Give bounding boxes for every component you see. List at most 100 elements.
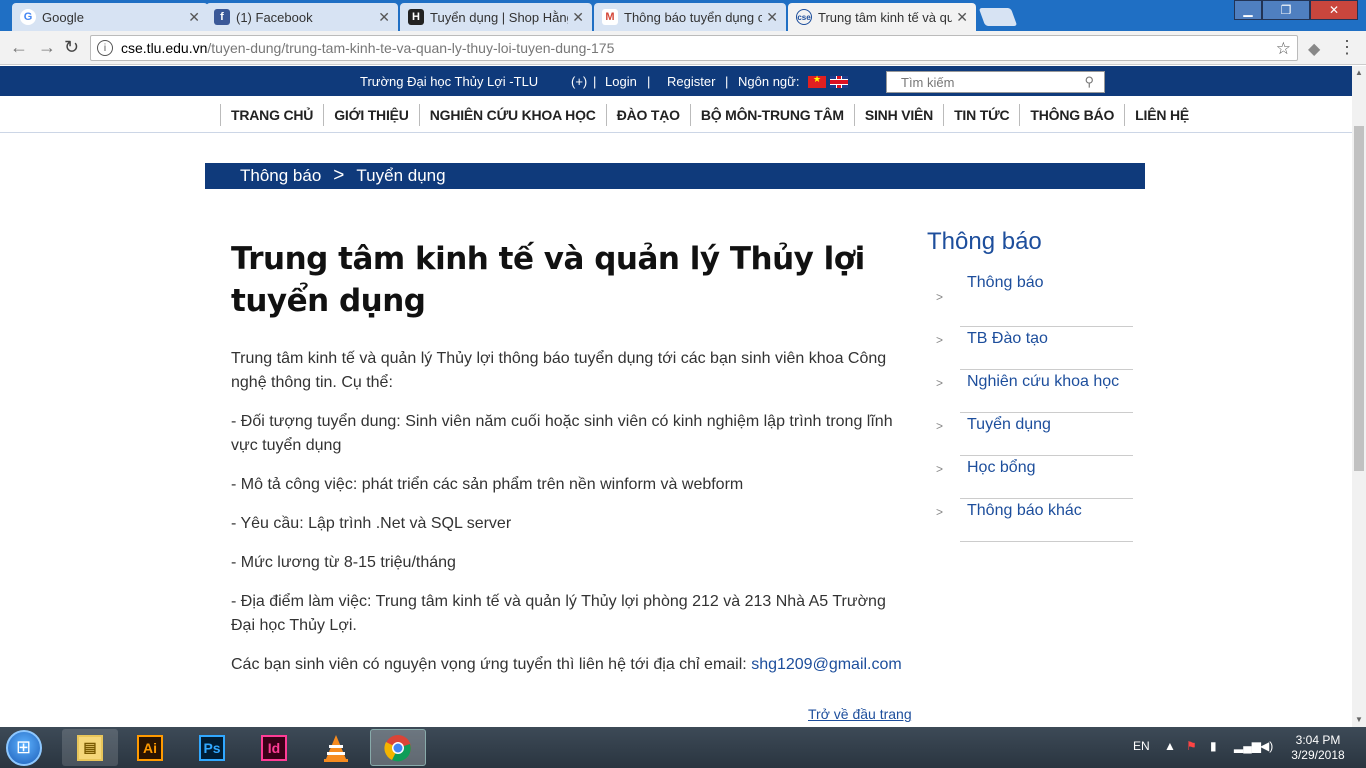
divider: | — [725, 74, 729, 89]
nav-contact[interactable]: LIÊN HỆ — [1124, 104, 1199, 126]
menu-icon[interactable]: ⋮ — [1338, 37, 1356, 58]
plus-link[interactable]: (+) — [571, 74, 587, 89]
close-icon[interactable]: ✕ — [188, 9, 200, 26]
photoshop-icon[interactable]: Ps — [184, 729, 240, 766]
close-icon[interactable]: ✕ — [572, 9, 584, 26]
register-link[interactable]: Register — [667, 74, 715, 89]
close-window-button[interactable]: ✕ — [1310, 0, 1358, 20]
tab-title: (1) Facebook — [236, 9, 313, 25]
system-clock[interactable]: 3:04 PM 3/29/2018 — [1285, 733, 1351, 763]
tab-active-cse[interactable]: cse Trung tâm kinh tế và quả ✕ — [788, 3, 976, 31]
chevron-right-icon: > — [936, 376, 944, 390]
scroll-down-icon[interactable]: ▼ — [1352, 713, 1366, 727]
tab-gmail[interactable]: M Thông báo tuyển dụng c ✕ — [594, 3, 786, 31]
new-tab-button[interactable] — [978, 8, 1018, 26]
article-paragraph: - Địa điểm làm việc: Trung tâm kinh tế v… — [231, 593, 886, 634]
scroll-up-icon[interactable]: ▲ — [1352, 66, 1366, 80]
sidebar-item-other[interactable]: > Thông báo khác — [936, 499, 1133, 542]
login-link[interactable]: Login — [605, 74, 637, 89]
chevron-right-icon: > — [936, 419, 944, 433]
uk-flag-icon[interactable] — [830, 76, 848, 88]
close-icon[interactable]: ✕ — [766, 9, 778, 26]
email-link[interactable]: shg1209@gmail.com — [751, 656, 902, 673]
chevron-right-icon: > — [936, 290, 944, 304]
sidebar-item-announcements[interactable]: > Thông báo — [936, 274, 1133, 327]
back-to-top-link[interactable]: Trở về đầu trang — [808, 706, 912, 722]
tab-title: Trung tâm kinh tế và quả — [818, 9, 953, 25]
nav-training[interactable]: ĐÀO TẠO — [605, 104, 690, 126]
article-paragraph: - Đối tượng tuyển dung: Sinh viên năm cu… — [231, 413, 893, 454]
address-bar[interactable]: i cse.tlu.edu.vn/tuyen-dung/trung-tam-ki… — [90, 35, 1298, 61]
sidebar-title: Thông báo — [927, 228, 1042, 255]
device-icon[interactable]: ▮ — [1210, 739, 1217, 753]
url-path: /tuyen-dung/trung-tam-kinh-te-va-quan-ly… — [207, 40, 615, 56]
nav-research[interactable]: NGHIÊN CỨU KHOA HỌC — [418, 104, 606, 126]
nav-about[interactable]: GIỚI THIỆU — [323, 104, 419, 126]
network-icon[interactable]: ▂▄▆ — [1234, 739, 1261, 753]
sidebar-item-label: Học bổng — [967, 459, 1036, 476]
vlc-cone-icon — [324, 734, 348, 762]
reload-icon[interactable]: ↻ — [64, 37, 79, 58]
indesign-logo: Id — [261, 734, 287, 761]
illustrator-icon[interactable]: Ai — [122, 729, 178, 766]
language-label: Ngôn ngữ: — [738, 74, 800, 89]
breadcrumb-parent[interactable]: Thông báo — [240, 166, 321, 186]
nav-announcements[interactable]: THÔNG BÁO — [1019, 104, 1124, 126]
article-paragraph: - Yêu cầu: Lập trình .Net và SQL server — [231, 515, 512, 532]
indesign-icon[interactable]: Id — [246, 729, 302, 766]
back-arrow-icon[interactable]: ← — [10, 37, 28, 58]
nav-home[interactable]: TRANG CHỦ — [220, 104, 323, 126]
explorer-icon[interactable]: ▤ — [62, 729, 118, 766]
sidebar-item-label: Thông báo — [967, 274, 1044, 291]
facebook-icon: f — [214, 9, 230, 25]
maximize-button[interactable]: ❐ — [1262, 0, 1310, 20]
divider: | — [647, 74, 651, 89]
tab-google[interactable]: G Google ✕ — [12, 3, 208, 31]
google-icon: G — [20, 9, 36, 25]
nav-students[interactable]: SINH VIÊN — [853, 104, 943, 126]
tab-shop[interactable]: H Tuyển dụng | Shop Hằng ✕ — [400, 3, 592, 31]
start-button[interactable] — [6, 730, 42, 766]
nav-departments[interactable]: BỘ MÔN-TRUNG TÂM — [689, 104, 854, 126]
tab-title: Thông báo tuyển dụng c — [624, 9, 763, 25]
extension-icon[interactable]: ◆ — [1308, 39, 1320, 59]
sidebar-item-research[interactable]: > Nghiên cứu khoa học — [936, 370, 1133, 413]
action-center-icon[interactable]: ⚑ — [1186, 739, 1197, 753]
sidebar-item-recruitment[interactable]: > Tuyển dụng — [936, 413, 1133, 456]
close-icon[interactable]: ✕ — [956, 9, 968, 26]
show-hidden-icons-icon[interactable]: ▲ — [1164, 739, 1176, 753]
nav-news[interactable]: TIN TỨC — [943, 104, 1019, 126]
clock-time: 3:04 PM — [1295, 733, 1341, 747]
chrome-icon[interactable] — [370, 729, 426, 766]
search-icon[interactable]: ⚲ — [1084, 74, 1094, 90]
sidebar-item-label: Thông báo khác — [967, 502, 1082, 519]
vietnam-flag-icon[interactable] — [808, 74, 826, 88]
breadcrumb-separator: > — [333, 165, 345, 186]
chevron-right-icon: > — [936, 505, 944, 519]
sidebar-item-label: TB Đào tạo — [967, 330, 1048, 347]
sidebar-item-training[interactable]: > TB Đào tạo — [936, 327, 1133, 370]
page-scrollbar[interactable]: ▲ ▼ — [1352, 66, 1366, 727]
tab-facebook[interactable]: f (1) Facebook ✕ — [206, 3, 398, 31]
info-icon[interactable]: i — [97, 40, 113, 56]
sidebar-item-scholarship[interactable]: > Học bổng — [936, 456, 1133, 499]
search-input[interactable] — [887, 72, 1067, 92]
bookmark-star-icon[interactable]: ☆ — [1276, 39, 1291, 59]
windows-taskbar: ▤ Ai Ps Id EN ▲ ⚑ ▮ ▂▄▆ ◀) 3:04 PM 3/29/… — [0, 727, 1366, 768]
close-icon[interactable]: ✕ — [378, 9, 390, 26]
volume-icon[interactable]: ◀) — [1260, 739, 1273, 753]
clock-date: 3/29/2018 — [1291, 748, 1345, 762]
url-host: cse.tlu.edu.vn — [121, 40, 208, 56]
minimize-button[interactable]: ▁ — [1234, 0, 1262, 20]
scrollbar-thumb[interactable] — [1354, 126, 1364, 471]
language-indicator[interactable]: EN — [1133, 739, 1150, 753]
breadcrumb-current: Tuyển dụng — [356, 166, 446, 185]
tab-title: Google — [42, 9, 84, 25]
vlc-icon[interactable] — [308, 729, 364, 766]
contact-paragraph: Các bạn sinh viên có nguyện vọng ứng tuy… — [231, 653, 911, 677]
article-paragraph: Trung tâm kinh tế và quản lý Thủy lợi th… — [231, 350, 887, 391]
forward-arrow-icon[interactable]: → — [38, 37, 56, 58]
breadcrumb: Thông báo > Tuyển dụng — [205, 163, 1145, 189]
site-top-bar: Trường Đại học Thủy Lợi -TLU (+) | Login… — [0, 66, 1352, 96]
folder-icon: ▤ — [77, 734, 103, 761]
